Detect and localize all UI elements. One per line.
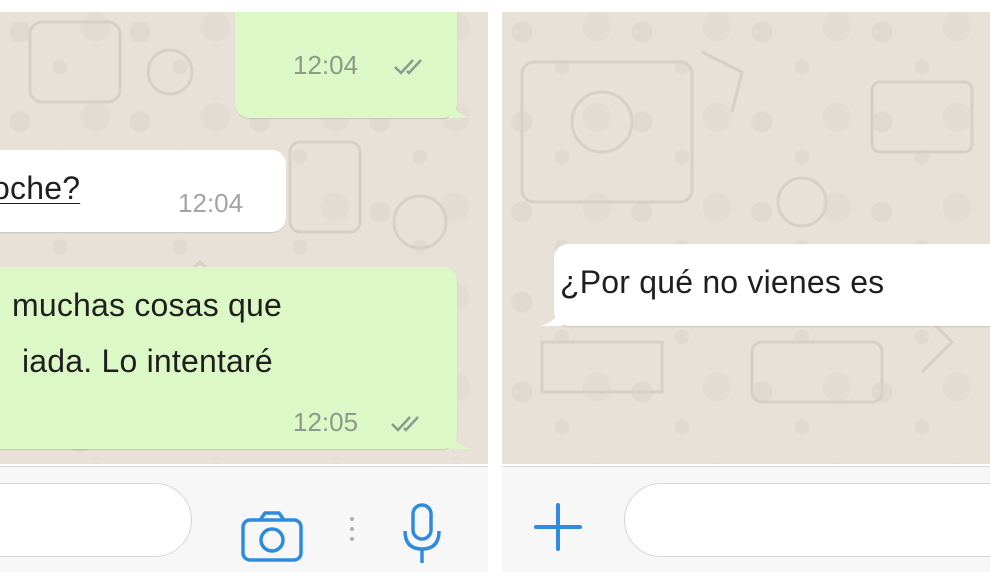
- chat-panel-right: ¿Por qué no vienes es: [502, 12, 990, 572]
- message-bubble-outgoing[interactable]: 12:04: [235, 12, 471, 118]
- microphone-icon[interactable]: [400, 503, 444, 569]
- bubble-tail: [449, 96, 471, 118]
- chat-wallpaper: [502, 12, 990, 464]
- message-time: 12:04: [178, 188, 244, 218]
- doodle-pattern: [520, 50, 974, 404]
- message-text: ¿Por qué no vienes es: [560, 264, 884, 301]
- double-check-icon: [391, 416, 419, 432]
- message-bubble-incoming[interactable]: ¿Por qué no vienes es: [540, 244, 990, 326]
- chat-panel-left: 12:04 oche? 12:04 muchas cosas que iada.…: [0, 12, 488, 572]
- plus-icon[interactable]: [532, 501, 584, 553]
- bubble-tail: [540, 304, 562, 326]
- message-input[interactable]: [0, 483, 192, 557]
- bubble-tail: [449, 427, 471, 449]
- input-toolbar: [0, 466, 488, 572]
- message-time: 12:05: [293, 407, 359, 437]
- message-time: 12:04: [293, 50, 359, 80]
- message-input[interactable]: [624, 483, 990, 557]
- message-bubble-incoming[interactable]: oche? 12:04: [0, 150, 286, 232]
- separator-dot: [350, 527, 354, 531]
- message-bubble-outgoing[interactable]: muchas cosas que iada. Lo intentaré 12:0…: [0, 267, 471, 449]
- double-check-icon: [394, 59, 422, 75]
- message-text: oche?: [0, 170, 81, 206]
- input-toolbar: [502, 466, 990, 572]
- message-text-content: ¿Por qué no vienes es: [560, 264, 885, 300]
- message-text-line-1: muchas cosas que: [12, 287, 283, 323]
- separator-dot: [350, 517, 354, 521]
- message-text-line-2: iada. Lo intentaré: [22, 343, 273, 379]
- camera-icon[interactable]: [240, 511, 304, 563]
- separator-dot: [350, 537, 354, 541]
